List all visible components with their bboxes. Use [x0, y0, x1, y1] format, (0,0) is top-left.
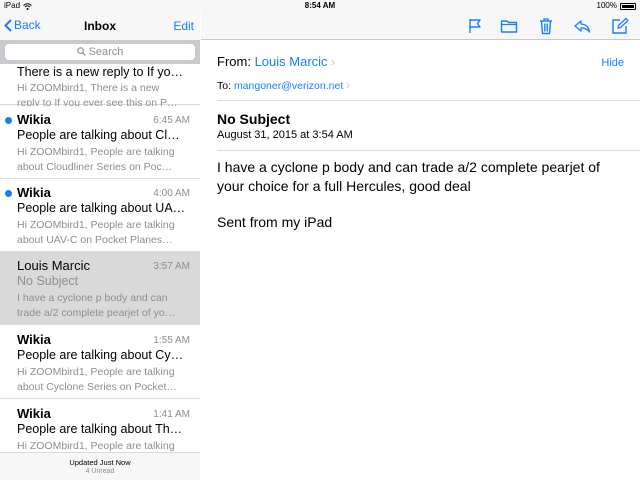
message-list-item[interactable]: Wikia 4:00 AM People are talking about U… — [0, 179, 200, 252]
to-label: To: — [217, 80, 232, 92]
trash-icon[interactable] — [537, 17, 555, 35]
header-divider — [217, 150, 640, 151]
message-sender: Wikia — [17, 112, 51, 127]
header-divider — [217, 100, 640, 101]
message-subject: People are talking about Cl… — [17, 128, 180, 142]
search-icon — [76, 47, 86, 56]
message-preview: Hi ZOOMbird1, People are talking about C… — [17, 146, 175, 173]
hide-button[interactable]: Hide — [601, 57, 624, 69]
chevron-right-icon: › — [346, 78, 351, 92]
message-time: 3:57 AM — [153, 261, 190, 272]
search-bar: Search — [0, 40, 200, 64]
message-toolbar — [201, 12, 640, 40]
message-date: August 31, 2015 at 3:54 AM — [217, 129, 353, 141]
edit-button[interactable]: Edit — [173, 19, 194, 33]
message-time: 1:41 AM — [153, 409, 190, 420]
message-signature: Sent from my iPad — [217, 214, 333, 230]
message-body: I have a cyclone p body and can trade a/… — [217, 158, 627, 249]
message-subject-title: No Subject — [217, 111, 291, 127]
message-subject: People are talking about Cy… — [17, 348, 184, 362]
mailbox-title: Inbox — [84, 19, 116, 33]
from-label: From: — [217, 54, 251, 69]
unread-count: 4 Unread — [85, 468, 115, 475]
compose-icon[interactable] — [611, 17, 629, 35]
message-preview: Hi ZOOMbird1, People are talking about U… — [17, 219, 175, 246]
message-preview: I have a cyclone p body and can trade a/… — [17, 292, 176, 319]
search-input[interactable]: Search — [5, 44, 195, 60]
status-time: 8:54 AM — [304, 1, 336, 10]
message-subject: There is a new reply to If yo… — [17, 65, 184, 79]
folder-icon[interactable] — [500, 17, 518, 35]
mailbox-footer: Updated Just Now 4 Unread — [0, 452, 200, 480]
mailbox-pane: Back Inbox Edit Search There is a new re… — [0, 12, 200, 480]
message-list-item[interactable]: There is a new reply to If yo… Hi ZOOMbi… — [0, 64, 200, 109]
chevron-right-icon: › — [331, 55, 336, 69]
message-time: 4:00 AM — [153, 188, 190, 199]
unread-dot-icon — [5, 117, 12, 124]
flag-icon[interactable] — [466, 17, 484, 35]
message-from: From: Louis Marcic › — [217, 54, 335, 69]
message-sender: Wikia — [17, 185, 51, 200]
message-sender: Louis Marcic — [17, 258, 90, 273]
battery-percent: 100% — [596, 1, 617, 10]
message-list-item[interactable]: Wikia 1:55 AM People are talking about C… — [0, 326, 200, 399]
message-time: 1:55 AM — [153, 335, 190, 346]
message-preview: Hi ZOOMbird1, People are talking about C… — [17, 366, 177, 393]
message-sender: Wikia — [17, 406, 51, 421]
message-subject: No Subject — [17, 274, 79, 288]
battery-icon — [620, 2, 636, 10]
unread-dot-icon — [5, 190, 12, 197]
reply-icon[interactable] — [573, 17, 591, 35]
status-bar: iPad 8:54 AM 100% — [0, 0, 640, 12]
to-recipient-link[interactable]: mangoner@verizon.net — [234, 80, 343, 92]
message-sender: Wikia — [17, 332, 51, 347]
message-list-item[interactable]: Wikia 6:45 AM People are talking about C… — [0, 106, 200, 179]
search-placeholder: Search — [88, 46, 124, 58]
message-pane: From: Louis Marcic › Hide To: mangoner@v… — [201, 12, 640, 480]
from-sender-link[interactable]: Louis Marcic — [255, 54, 328, 69]
message-body-paragraph: I have a cyclone p body and can trade a/… — [217, 159, 600, 194]
message-list-item-selected[interactable]: Louis Marcic 3:57 AM No Subject I have a… — [0, 252, 200, 325]
mailbox-navbar: Back Inbox Edit — [0, 12, 200, 40]
message-list[interactable]: There is a new reply to If yo… Hi ZOOMbi… — [0, 64, 200, 464]
updated-status: Updated Just Now — [69, 458, 131, 467]
message-subject: People are talking about Th… — [17, 422, 183, 436]
message-subject: People are talking about UA… — [17, 201, 186, 215]
message-to: To: mangoner@verizon.net › — [217, 78, 350, 92]
message-time: 6:45 AM — [153, 115, 190, 126]
